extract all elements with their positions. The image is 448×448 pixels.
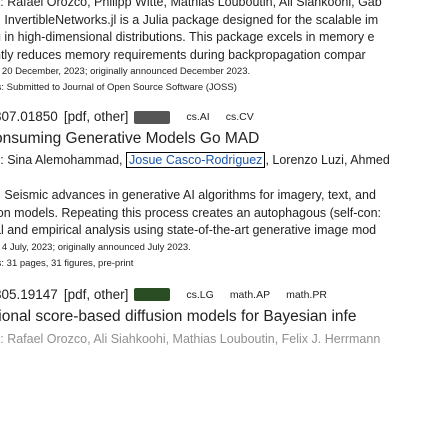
authors-line: s: Rafael Orozco, Ali Siahkoohi, Mathias… xyxy=(0,331,381,346)
submitted-date: d 20 December, 2023; originally announce… xyxy=(0,66,251,77)
arxiv-id-link[interactable]: 305.19147 xyxy=(0,284,58,306)
result-entry-3: 305.19147 [pdf, other] cs.LG math.AP mat… xyxy=(0,284,448,346)
tag-cs-cv[interactable]: cs.CV xyxy=(226,106,254,128)
arxiv-id-link[interactable]: 307.01850 xyxy=(0,106,58,128)
paper-title: tional score-based diffusion models for … xyxy=(0,307,357,325)
tag-math-pr[interactable]: math.PR xyxy=(286,284,327,306)
tag-math-ap[interactable]: math.AP xyxy=(230,284,270,306)
author-highlighted[interactable]: Josue Casco-Rodriguez xyxy=(126,152,266,168)
author-list-rest[interactable]: , Lorenzo Luzi, Ahmed xyxy=(265,153,389,167)
paper-title: onsuming Generative Models Go MAD xyxy=(0,130,260,147)
pdf-link[interactable]: [pdf, other] xyxy=(64,284,129,306)
arxiv-id-row: 307.01850 [pdf, other] cs.AI cs.CV xyxy=(0,106,448,128)
result-entry-2: 307.01850 [pdf, other] cs.AI cs.CV onsum… xyxy=(0,106,448,272)
result-entry-1: s: Rafael Orozco, Philipp Witte, Mathias… xyxy=(0,0,448,96)
authors-line: s: Rafael Orozco, Philipp Witte, Mathias… xyxy=(0,0,382,9)
submitted-date: d 4 July, 2023; originally announced Jul… xyxy=(0,241,191,253)
arxiv-id-row: 305.19147 [pdf, other] cs.LG math.AP mat… xyxy=(0,284,448,306)
badge-icon[interactable] xyxy=(134,110,171,124)
tag-cs-lg[interactable]: cs.LG xyxy=(186,284,213,306)
abstract-line: al and empirical analysis using state-of… xyxy=(0,223,377,237)
search-results: s: Rafael Orozco, Philipp Witte, Mathias… xyxy=(0,0,448,346)
badge-icon[interactable] xyxy=(134,288,171,301)
abstract-line: g in high-dimensional distributions. Thi… xyxy=(0,30,375,44)
comments: ts: 31 pages, 31 figures, pre-print xyxy=(0,257,134,269)
pdf-link[interactable]: [pdf, other] xyxy=(64,106,129,128)
abstract-line: t: Seismic advances in generative AI alg… xyxy=(0,188,376,202)
abstract-line: ntly reduces memory requirements during … xyxy=(0,47,366,62)
authors-wrap: k xyxy=(0,170,448,188)
comments: ts: Submitted to Journal of Open Source … xyxy=(0,82,237,93)
tag-cs-ai[interactable]: cs.AI xyxy=(186,106,209,128)
abstract-line: t: InvertibleNetworks.jl is a Julia pack… xyxy=(0,12,379,27)
authors-line: s: Sina Alemohammad, Josue Casco-Rodrigu… xyxy=(0,152,448,170)
abstract-line: ion models. Repeating this process creat… xyxy=(0,205,382,220)
author-list[interactable]: s: Sina Alemohammad, xyxy=(0,153,123,167)
